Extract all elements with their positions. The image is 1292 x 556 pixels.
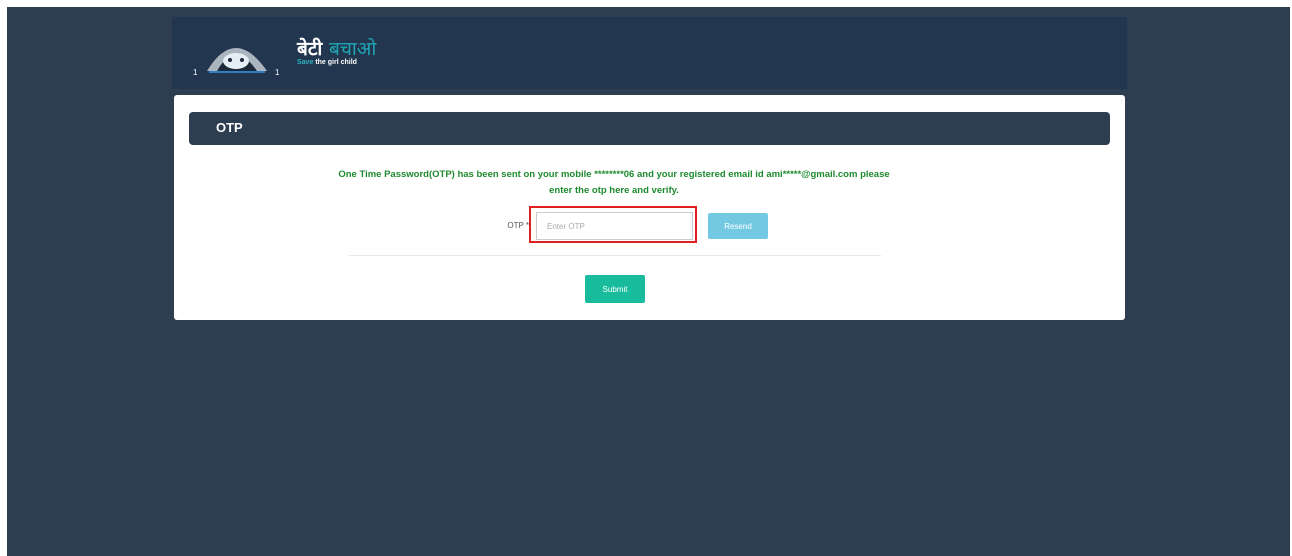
divider	[349, 255, 881, 256]
logo-hindi-part2: बचाओ	[328, 38, 377, 60]
panel-title: OTP	[216, 120, 243, 135]
submit-button[interactable]: Submit	[585, 275, 645, 303]
otp-input[interactable]	[536, 212, 693, 240]
otp-card: OTP One Time Password(OTP) has been sent…	[174, 95, 1125, 320]
logo-tagline-part1: Save	[297, 59, 314, 66]
site-header: 1 1 बेटी बचाओ Save the girl child	[172, 17, 1127, 89]
logo-tagline: Save the girl child	[297, 59, 357, 66]
logo-tagline-part2: the girl child	[315, 59, 357, 66]
svg-text:1: 1	[193, 68, 198, 77]
svg-text:1: 1	[275, 68, 280, 77]
girl-child-logo-icon: 1 1	[193, 48, 280, 77]
logo[interactable]: 1 1 बेटी बचाओ Save the girl child	[187, 27, 387, 79]
otp-sent-message: One Time Password(OTP) has been sent on …	[338, 169, 890, 196]
panel-heading: OTP	[189, 112, 1110, 145]
logo-hindi-part1: बेटी	[297, 38, 323, 60]
page-background: 1 1 बेटी बचाओ Save the girl child OTP On…	[7, 7, 1290, 556]
logo-hindi-text: बेटी बचाओ	[297, 35, 376, 61]
resend-button[interactable]: Resend	[708, 213, 768, 239]
otp-label: OTP *	[507, 221, 529, 230]
